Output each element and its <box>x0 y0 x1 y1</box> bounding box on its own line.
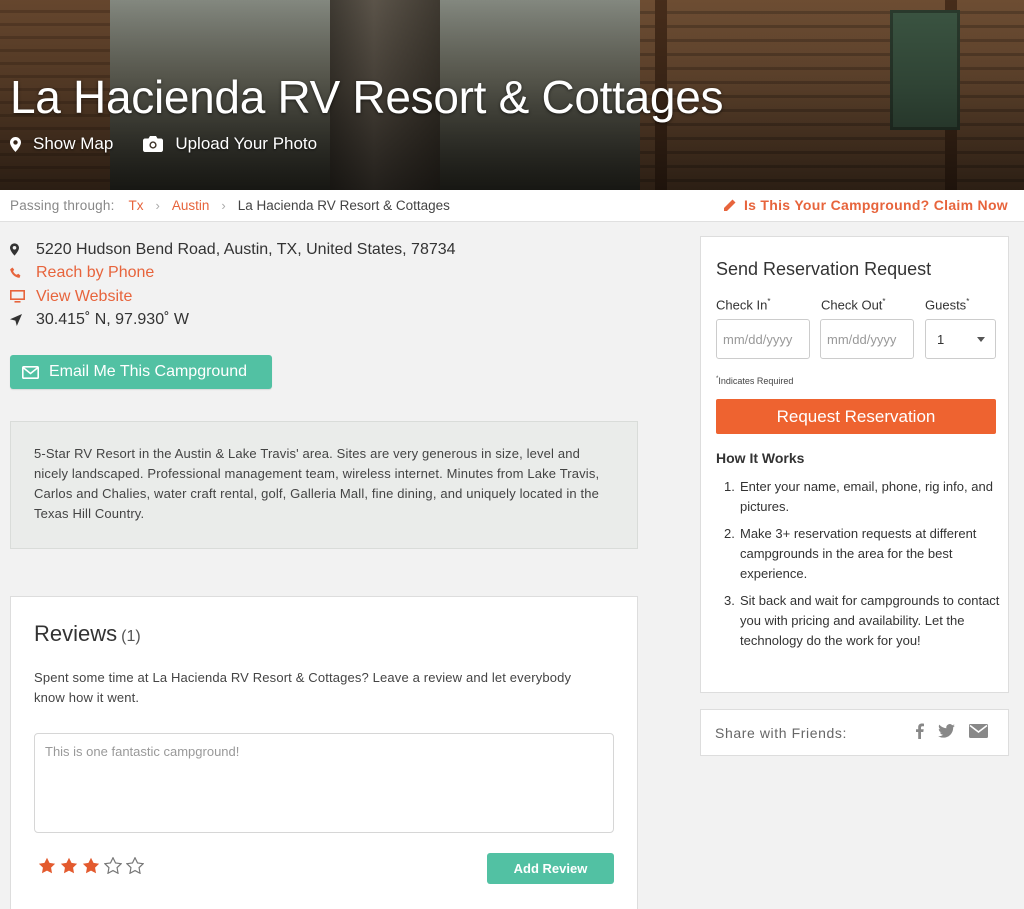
breadcrumb-link-city[interactable]: Austin <box>172 198 210 213</box>
campground-description: 5-Star RV Resort in the Austin & Lake Tr… <box>10 421 638 549</box>
star-icon[interactable] <box>103 856 126 877</box>
required-note: *Indicates Required <box>716 376 793 386</box>
check-out-input[interactable] <box>820 319 914 359</box>
list-item: 2. Make 3+ reservation requests at differ… <box>724 524 1004 584</box>
chevron-right-icon: › <box>221 198 226 213</box>
step-text: Sit back and wait for campgrounds to con… <box>740 593 1000 648</box>
envelope-icon <box>22 365 39 379</box>
step-text: Enter your name, email, phone, rig info,… <box>740 479 993 514</box>
address-row: 5220 Hudson Bend Road, Austin, TX, Unite… <box>10 238 456 262</box>
reviews-prompt: Spent some time at La Hacienda RV Resort… <box>34 670 572 705</box>
reservation-title: Send Reservation Request <box>716 259 932 279</box>
coordinates-row: 30.415˚ N, 97.930˚ W <box>10 309 456 333</box>
breadcrumb-current: La Hacienda RV Resort & Cottages <box>237 198 450 213</box>
website-link[interactable]: View Website <box>36 288 132 306</box>
page-title: La Hacienda RV Resort & Cottages <box>10 71 724 123</box>
twitter-icon[interactable] <box>938 724 955 738</box>
request-reservation-button[interactable]: Request Reservation <box>716 399 996 434</box>
coordinates-text: 30.415˚ N, 97.930˚ W <box>36 311 189 329</box>
upload-photo-label: Upload Your Photo <box>175 134 318 153</box>
reviews-count: (1) <box>121 628 141 645</box>
share-bar: Share with Friends: <box>700 709 1009 756</box>
required-note-text: Indicates Required <box>718 376 794 386</box>
add-review-button[interactable]: Add Review <box>487 853 614 884</box>
star-icon[interactable] <box>60 857 82 877</box>
claim-campground-link[interactable]: Is This Your Campground? Claim Now <box>723 197 1008 213</box>
show-map-button[interactable]: Show Map <box>10 134 113 154</box>
breadcrumb-label: Passing through: <box>10 198 115 213</box>
list-item: 1. Enter your name, email, phone, rig inf… <box>724 477 1004 517</box>
pencil-icon <box>723 199 736 211</box>
reviews-heading: Reviews (1) <box>34 621 141 647</box>
monitor-icon <box>10 290 25 303</box>
star-icon[interactable] <box>125 856 148 877</box>
guests-value: 1 <box>937 331 945 347</box>
reviews-panel: Reviews (1) Spent some time at La Haciend… <box>10 596 638 909</box>
caret-down-icon <box>977 337 985 342</box>
email-button-label: Email Me This Campground <box>49 363 248 380</box>
guests-label: Guests* <box>925 297 969 312</box>
star-icon[interactable] <box>82 857 104 877</box>
reviews-title: Reviews <box>34 621 118 646</box>
check-out-label: Check Out* <box>821 297 886 312</box>
share-label: Share with Friends: <box>715 724 848 741</box>
phone-row[interactable]: Reach by Phone <box>10 262 456 286</box>
website-row[interactable]: View Website <box>10 285 456 309</box>
address-text: 5220 Hudson Bend Road, Austin, TX, Unite… <box>36 240 456 258</box>
breadcrumb: Passing through: Tx › Austin › La Hacien… <box>0 190 1024 222</box>
chevron-right-icon: › <box>155 198 160 213</box>
camera-icon <box>143 136 164 152</box>
step-number: 3. <box>724 593 735 608</box>
star-rating[interactable] <box>38 856 148 877</box>
show-map-label: Show Map <box>33 134 114 153</box>
check-in-input[interactable] <box>716 319 810 359</box>
phone-link[interactable]: Reach by Phone <box>36 264 154 282</box>
claim-label: Is This Your Campground? Claim Now <box>743 197 1008 213</box>
list-item: 3. Sit back and wait for campgrounds to c… <box>724 591 1004 651</box>
envelope-icon[interactable] <box>969 724 988 738</box>
guests-label-text: Guests <box>925 297 967 313</box>
reservation-card: Send Reservation Request Check In* Check… <box>700 236 1009 693</box>
star-icon[interactable] <box>38 857 60 877</box>
required-mark: * <box>882 297 886 306</box>
how-it-works-title: How It Works <box>716 450 805 466</box>
campground-details: 5220 Hudson Bend Road, Austin, TX, Unite… <box>10 238 456 332</box>
check-in-label: Check In* <box>716 297 770 312</box>
breadcrumb-link-state[interactable]: Tx <box>129 198 144 213</box>
review-textarea[interactable] <box>34 733 614 833</box>
check-out-label-text: Check Out <box>821 297 883 313</box>
check-in-label-text: Check In <box>716 297 768 313</box>
step-text: Make 3+ reservation requests at differen… <box>740 526 977 581</box>
map-marker-icon <box>10 243 19 256</box>
location-arrow-icon <box>10 314 22 327</box>
step-number: 1. <box>724 479 735 494</box>
phone-icon <box>10 267 21 279</box>
map-marker-icon <box>10 136 21 152</box>
share-icons <box>901 723 988 739</box>
facebook-icon[interactable] <box>915 723 924 739</box>
how-it-works-list: 1. Enter your name, email, phone, rig inf… <box>724 477 1004 658</box>
email-campground-button[interactable]: Email Me This Campground <box>10 355 272 389</box>
required-mark: * <box>966 297 970 306</box>
upload-photo-button[interactable]: Upload Your Photo <box>143 134 317 154</box>
guests-select[interactable]: 1 <box>925 319 996 359</box>
step-number: 2. <box>724 526 735 541</box>
hero-actions: Show Map Upload Your Photo <box>10 134 347 154</box>
hero-banner: La Hacienda RV Resort & Cottages Show Ma… <box>0 0 1024 190</box>
required-mark: * <box>767 297 771 306</box>
